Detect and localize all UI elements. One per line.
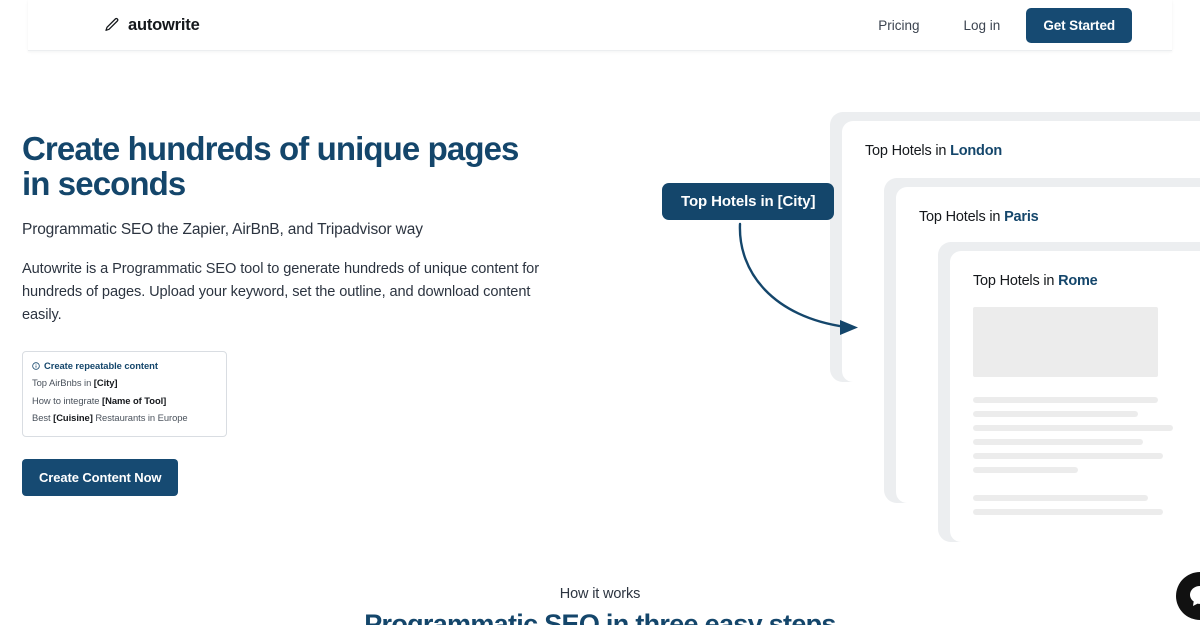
card-title-city: Rome: [1058, 273, 1098, 289]
repeatable-content-title: Create repeatable content: [44, 360, 158, 372]
card-title-prefix: Top Hotels in: [973, 273, 1059, 289]
main-nav: Pricing Log in Get Started: [856, 7, 1132, 43]
hero-description: Autowrite is a Programmatic SEO tool to …: [22, 260, 539, 324]
image-placeholder: [973, 307, 1158, 377]
preview-card-rome: Top Hotels in Rome: [938, 242, 1200, 542]
skeleton-line: [973, 495, 1148, 501]
list-item: Best [Cuisine] Restaurants in Europe: [32, 409, 217, 427]
preview-card-body: Top Hotels in Rome: [950, 251, 1200, 542]
list-item: Top AirBnbs in [City]: [32, 374, 217, 392]
how-it-works-section: How it works Programmatic SEO in three e…: [0, 586, 1200, 625]
curved-arrow-icon: [738, 222, 858, 335]
skeleton-line: [973, 467, 1078, 473]
info-circle-icon: [32, 361, 40, 370]
brand-logo[interactable]: autowrite: [104, 16, 200, 35]
card-title: Top Hotels in London: [865, 143, 1200, 159]
example-prefix: Top AirBnbs in: [32, 377, 94, 389]
create-content-now-button[interactable]: Create Content Now: [22, 459, 179, 497]
nav-link-login[interactable]: Log in: [942, 18, 1027, 33]
skeleton-text-block: [973, 397, 1200, 515]
card-title: Top Hotels in Paris: [919, 209, 1200, 225]
section-title: Programmatic SEO in three easy steps: [364, 609, 836, 625]
brand-name: autowrite: [128, 15, 200, 34]
skeleton-line: [973, 425, 1173, 431]
card-title-city: Paris: [1004, 209, 1039, 225]
skeleton-line: [973, 509, 1163, 515]
pencil-icon: [105, 17, 119, 31]
card-title-city: London: [950, 143, 1003, 159]
page-title: Create hundreds of unique pages in secon…: [22, 130, 519, 202]
chat-bubble-icon: [1190, 586, 1200, 606]
example-token: [City]: [93, 377, 118, 389]
repeatable-content-heading: Create repeatable content: [32, 360, 217, 371]
hero-left-column: Create hundreds of unique pages in secon…: [22, 130, 582, 497]
landing-page: autowrite Pricing Log in Get Started Cre…: [0, 0, 1200, 625]
nav-link-pricing[interactable]: Pricing: [856, 18, 941, 33]
site-header: autowrite Pricing Log in Get Started: [28, 0, 1172, 51]
skeleton-line: [973, 439, 1143, 445]
example-token: [Cuisine]: [53, 412, 93, 424]
hero-subtitle: Programmatic SEO the Zapier, AirBnB, and…: [22, 220, 423, 238]
repeatable-content-card: Create repeatable content Top AirBnbs in…: [22, 351, 227, 438]
section-eyebrow: How it works: [559, 586, 641, 602]
skeleton-line: [973, 397, 1158, 403]
list-item: How to integrate [Name of Tool]: [32, 392, 217, 410]
example-token: [Name of Tool]: [102, 394, 167, 406]
example-prefix: Best: [32, 412, 54, 424]
get-started-button[interactable]: Get Started: [1026, 7, 1132, 43]
card-title: Top Hotels in Rome: [973, 273, 1200, 289]
pages-stack-illustration: Top Hotels in London Top Hotels in Paris…: [830, 112, 1200, 542]
card-title-prefix: Top Hotels in: [919, 209, 1005, 225]
card-title-prefix: Top Hotels in: [865, 143, 951, 159]
skeleton-line: [973, 411, 1138, 417]
skeleton-line: [973, 453, 1163, 459]
example-prefix: How to integrate: [32, 394, 103, 406]
example-suffix: Restaurants in Europe: [92, 412, 188, 424]
